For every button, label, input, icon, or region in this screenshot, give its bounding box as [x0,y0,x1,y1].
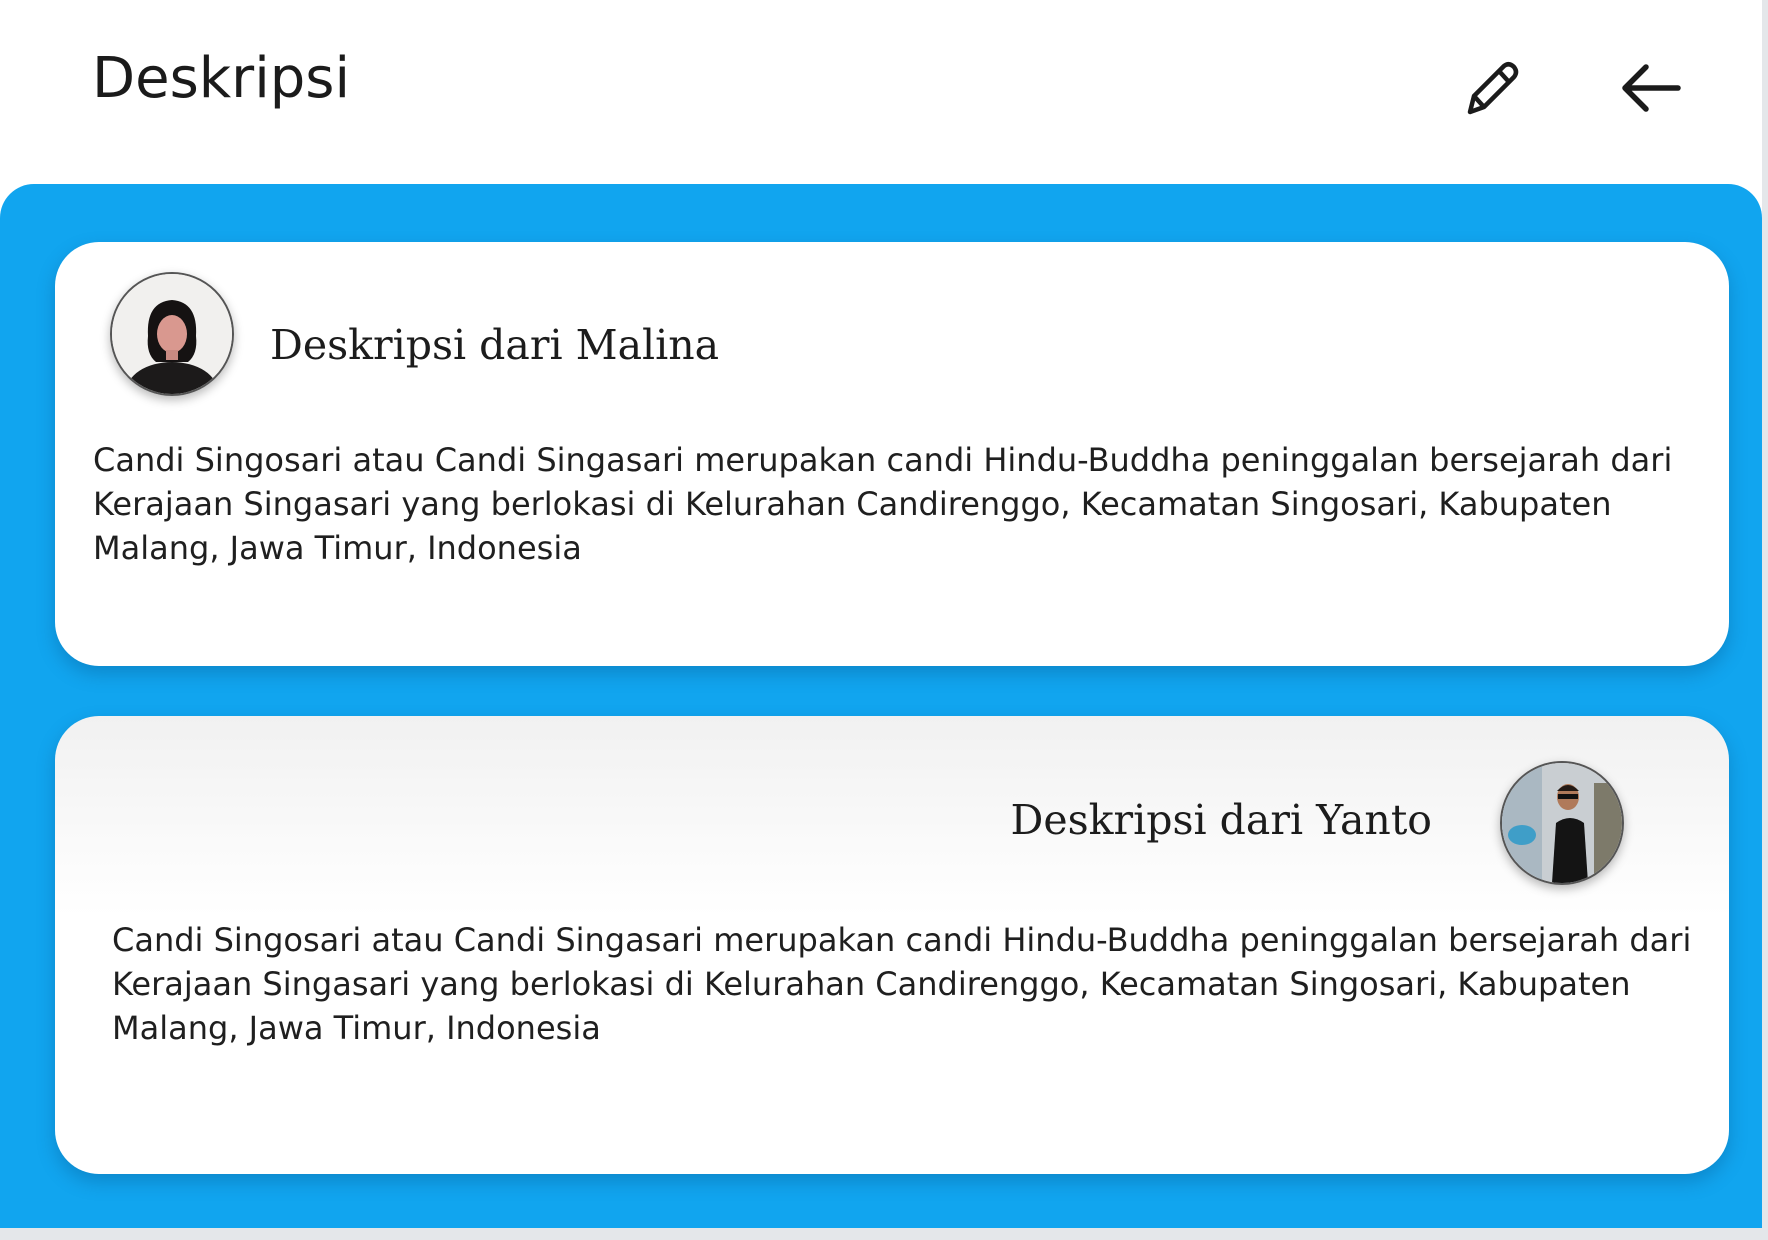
description-panel: Deskripsi dari Malina Candi Singosari at… [0,184,1762,1228]
pencil-icon [1467,62,1519,115]
author-label: Deskripsi dari Yanto [1010,796,1433,844]
description-text: Candi Singosari atau Candi Singasari mer… [93,441,1673,567]
description-screen: Deskripsi Deskripsi dari Malina Candi Si… [0,0,1762,1228]
avatar-malina[interactable] [110,272,234,396]
avatar-yanto[interactable] [1500,761,1624,885]
author-label: Deskripsi dari Malina [270,321,720,369]
app-header: Deskripsi [0,0,1762,184]
description-card: Deskripsi dari Yanto Candi Singosari ata… [55,716,1729,1174]
page-title: Deskripsi [92,46,351,111]
edit-button[interactable] [1456,52,1528,124]
arrow-left-icon [1622,64,1681,112]
description-card: Deskripsi dari Malina Candi Singosari at… [55,242,1729,666]
description-text: Candi Singosari atau Candi Singasari mer… [112,921,1692,1047]
back-button[interactable] [1614,52,1686,124]
